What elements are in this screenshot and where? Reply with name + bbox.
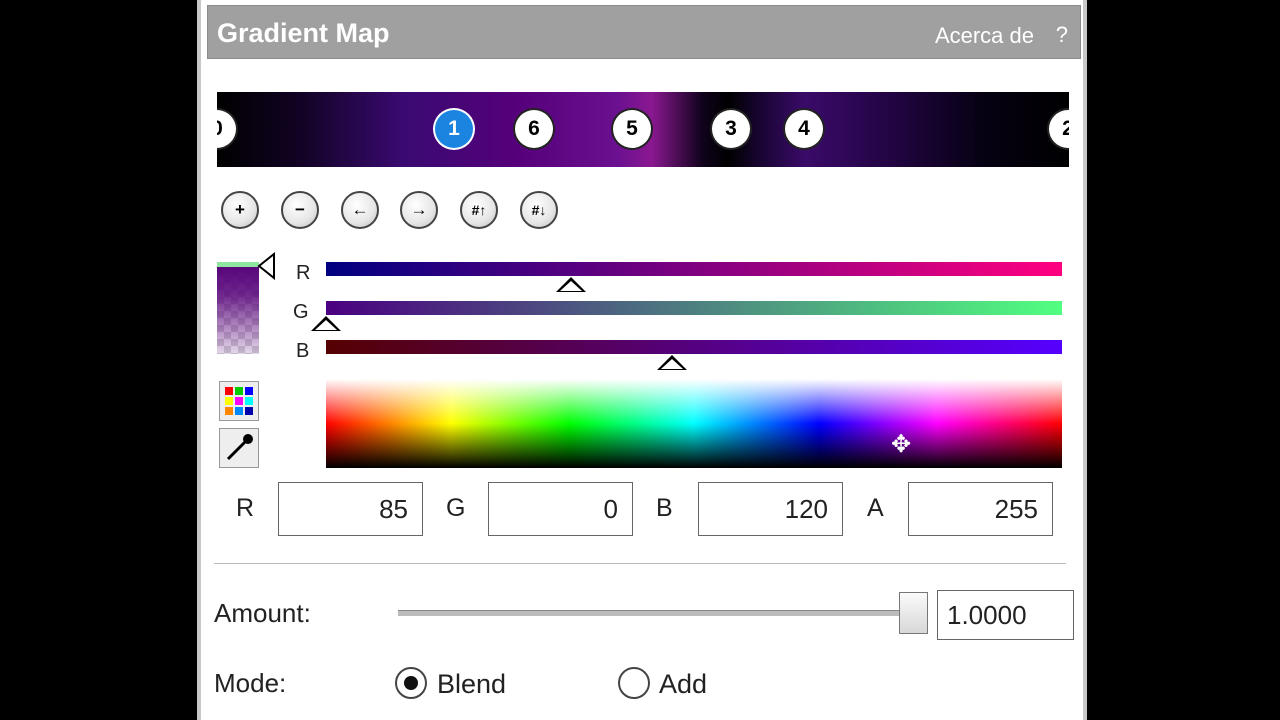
g-field-label: G	[446, 494, 466, 522]
window-title: Gradient Map	[217, 18, 390, 48]
amount-input[interactable]: 1.0000	[937, 590, 1074, 640]
section-divider	[214, 563, 1066, 564]
about-link[interactable]: Acerca de	[935, 23, 1034, 49]
title-bar: Gradient Map Acerca de ?	[207, 5, 1081, 59]
crosshair-cursor-icon: ✥	[890, 431, 912, 458]
blend-radio-label[interactable]: Blend	[437, 669, 506, 700]
gradient-stop-4[interactable]: 4	[785, 110, 823, 148]
gradient-stop-1[interactable]: 1	[435, 110, 473, 148]
b-value-field[interactable]: 120	[698, 482, 843, 536]
gradient-stop-3[interactable]: 3	[712, 110, 750, 148]
help-button[interactable]: ?	[1056, 22, 1068, 48]
r-field-label: R	[236, 494, 255, 522]
swatch-pointer-icon[interactable]	[256, 252, 276, 280]
hash-down-icon: #↓	[531, 202, 547, 218]
b-field-label: B	[656, 494, 673, 522]
gradient-stop-0[interactable]: 0	[217, 110, 236, 148]
g-channel-slider[interactable]	[326, 301, 1062, 315]
gradient-stop-2[interactable]: 2	[1049, 110, 1069, 148]
b-channel-marker[interactable]	[657, 355, 688, 370]
add-radio-label[interactable]: Add	[659, 669, 707, 700]
g-channel-label: G	[293, 301, 309, 323]
add-stop-button[interactable]: +	[221, 191, 259, 229]
amount-slider-track[interactable]	[398, 610, 928, 616]
mode-label: Mode:	[214, 668, 287, 698]
current-color-swatch	[217, 262, 259, 354]
eyedropper-icon	[226, 434, 253, 461]
amount-slider-thumb[interactable]	[899, 592, 928, 634]
arrow-left-icon: ←	[351, 200, 369, 219]
swatch-top-strip	[217, 262, 259, 267]
move-right-button[interactable]: →	[400, 191, 438, 229]
color-spectrum-picker[interactable]	[326, 379, 1062, 468]
palette-button[interactable]	[219, 381, 259, 421]
a-field-label: A	[867, 494, 884, 522]
gradient-preview-bar[interactable]: 0 1 6 5 3 4 2	[217, 92, 1069, 167]
r-channel-label: R	[296, 262, 311, 284]
radio-selected-dot	[404, 676, 418, 690]
palette-icon	[225, 387, 253, 415]
amount-label: Amount:	[214, 598, 311, 628]
r-channel-marker[interactable]	[556, 277, 587, 292]
plus-icon: +	[235, 200, 245, 219]
b-channel-label: B	[296, 340, 310, 362]
arrow-right-icon: →	[410, 200, 428, 219]
r-channel-slider[interactable]	[326, 262, 1062, 276]
a-value-field[interactable]: 255	[908, 482, 1053, 536]
r-value-field[interactable]: 85	[278, 482, 423, 536]
eyedropper-button[interactable]	[219, 428, 259, 468]
minus-icon: −	[295, 200, 305, 219]
gradient-stop-5[interactable]: 5	[613, 110, 651, 148]
remove-stop-button[interactable]: −	[281, 191, 319, 229]
move-left-button[interactable]: ←	[341, 191, 379, 229]
add-radio[interactable]	[618, 667, 650, 699]
gradient-stop-6[interactable]: 6	[515, 110, 553, 148]
renumber-down-button[interactable]: #↓	[520, 191, 558, 229]
g-value-field[interactable]: 0	[488, 482, 633, 536]
g-channel-marker[interactable]	[311, 316, 341, 331]
hash-up-icon: #↑	[471, 202, 487, 218]
renumber-up-button[interactable]: #↑	[460, 191, 498, 229]
b-channel-slider[interactable]	[326, 340, 1062, 354]
blend-radio[interactable]	[395, 667, 427, 699]
